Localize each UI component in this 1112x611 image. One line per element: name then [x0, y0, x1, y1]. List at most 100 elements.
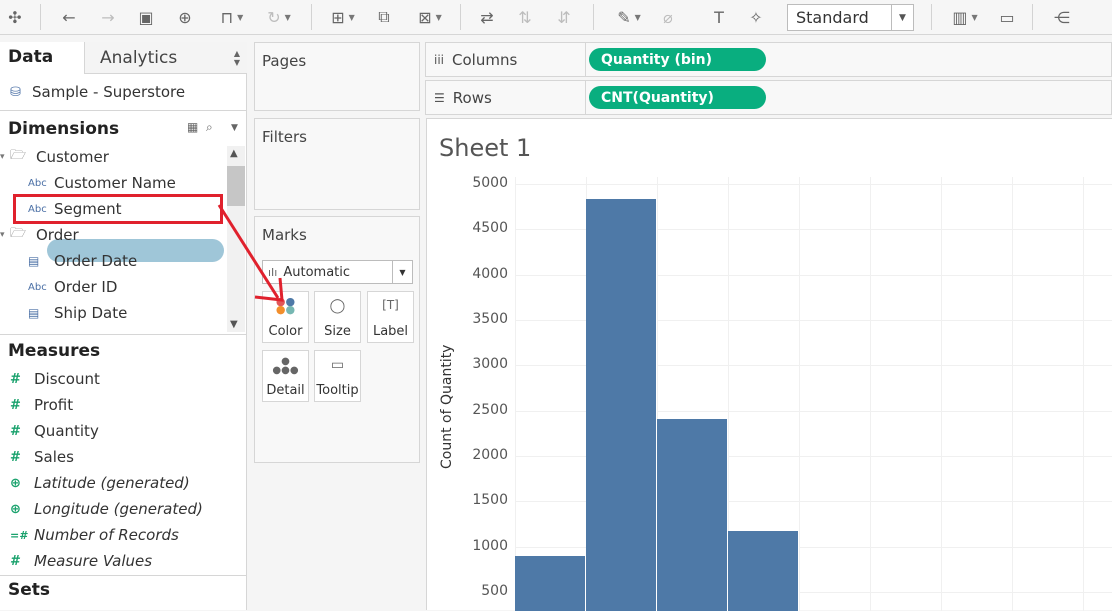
presentation-mode-icon[interactable]: ▭ — [996, 5, 1018, 29]
measure-number-of-records[interactable]: =# Number of Records — [10, 522, 179, 548]
pages-card[interactable]: Pages — [254, 42, 420, 111]
number-type-icon: # — [10, 397, 21, 413]
color-icon: ●● ●● — [275, 295, 296, 316]
duplicate-sheet-icon[interactable]: ⧉ — [373, 5, 395, 29]
tooltip-button[interactable]: ▭ Tooltip — [314, 350, 361, 402]
rows-icon: ☰ — [434, 90, 445, 105]
filters-title: Filters — [262, 128, 307, 146]
calendar-icon: ▤ — [28, 254, 40, 268]
dimension-ship-date[interactable]: ▤ Ship Date — [28, 300, 127, 326]
measure-sales[interactable]: # Sales — [10, 444, 74, 470]
datasource-item[interactable]: ⛁ Sample - Superstore — [0, 74, 247, 111]
y-tick-label: 4500 — [472, 220, 508, 237]
y-tick-label: 4000 — [472, 265, 508, 282]
highlight-icon[interactable]: ✎ ▼ — [609, 5, 649, 29]
number-type-icon: # — [10, 449, 21, 465]
size-icon: ◯ — [329, 298, 346, 314]
pages-title: Pages — [262, 52, 307, 70]
fit-select[interactable]: Standard ▼ — [787, 4, 914, 31]
tab-data[interactable]: Data — [0, 42, 84, 74]
chevron-down-icon: ▼ — [392, 261, 412, 283]
sheet-title: Sheet 1 — [439, 134, 532, 162]
rows-shelf[interactable]: ☰ Rows CNT(Quantity) — [425, 80, 1112, 115]
new-worksheet-icon[interactable]: ⊞ ▼ — [322, 5, 364, 29]
dimension-label: Customer — [36, 148, 109, 166]
measure-label: Longitude (generated) — [34, 500, 203, 518]
measure-latitude[interactable]: ⊕ Latitude (generated) — [10, 470, 190, 496]
y-tick-label: 1500 — [472, 492, 508, 509]
rows-shelf-label: ☰ Rows — [426, 81, 586, 114]
histogram-bar[interactable] — [728, 531, 799, 611]
fix-axes-icon[interactable]: ✧ — [745, 5, 767, 29]
swap-rows-columns-icon[interactable]: ⇄ — [476, 5, 498, 29]
chevron-down-icon[interactable]: ▼ — [231, 123, 238, 133]
y-tick-label: 3500 — [472, 311, 508, 327]
group-members-icon[interactable]: ⌀ — [657, 5, 679, 29]
divider — [0, 334, 247, 335]
color-button[interactable]: ●● ●● Color — [262, 291, 309, 343]
redo-icon[interactable]: → — [97, 5, 119, 29]
tab-analytics[interactable]: Analytics ▲ ▼ — [84, 42, 247, 74]
tab-analytics-label: Analytics — [100, 47, 178, 68]
dimension-folder-order[interactable]: ▾ 🗁 Order — [0, 222, 79, 248]
dimensions-scrollbar[interactable]: ▲ ▼ — [227, 146, 245, 332]
view-area[interactable]: Sheet 1 Count of Quantity 5000 4500 4000 35… — [426, 118, 1112, 611]
histogram-bar[interactable] — [515, 555, 586, 611]
save-icon[interactable]: ▣ — [135, 5, 157, 29]
measure-measure-values[interactable]: # Measure Values — [10, 548, 152, 574]
rows-pill[interactable]: CNT(Quantity) — [589, 86, 766, 109]
folder-icon: 🗁 — [10, 226, 27, 241]
datasource-icon: ⛁ — [10, 85, 21, 100]
histogram-bar[interactable] — [586, 199, 657, 611]
dimension-label: Order Date — [54, 252, 138, 270]
string-type-icon: Abc — [28, 177, 47, 189]
scroll-down-icon[interactable]: ▼ — [230, 319, 238, 330]
columns-shelf-label: iii Columns — [426, 43, 586, 76]
columns-pill[interactable]: Quantity (bin) — [589, 48, 766, 71]
dimension-customer-name[interactable]: Abc Customer Name — [28, 170, 176, 196]
tableau-logo-icon[interactable]: ✣ — [4, 5, 26, 29]
clear-sheet-icon[interactable]: ⊠ ▼ — [409, 5, 451, 29]
undo-icon[interactable]: ← — [58, 5, 80, 29]
filters-card[interactable]: Filters — [254, 118, 420, 210]
collapse-icon[interactable]: ▾ — [0, 230, 10, 240]
refresh-icon[interactable]: ↻ ▼ — [258, 5, 300, 29]
datasource-name: Sample - Superstore — [32, 83, 186, 101]
sort-descending-icon[interactable]: ⇵ — [553, 5, 575, 29]
detail-button[interactable]: ● ●●● Detail — [262, 350, 309, 402]
collapse-icon[interactable]: ▾ — [0, 152, 10, 162]
dimension-order-id[interactable]: Abc Order ID — [28, 274, 117, 300]
new-datasource-icon[interactable]: ⊕ — [174, 5, 196, 29]
show-mark-labels-icon[interactable]: T — [708, 5, 730, 29]
dimension-order-date[interactable]: ▤ Order Date — [28, 248, 137, 274]
measure-quantity[interactable]: # Quantity — [10, 418, 99, 444]
segment-annotation-box — [13, 194, 223, 224]
view-list-icon[interactable]: ▦ — [187, 120, 198, 134]
columns-label: Columns — [452, 50, 518, 69]
dimension-folder-customer[interactable]: ▾ 🗁 Customer — [0, 144, 109, 170]
measure-longitude[interactable]: ⊕ Longitude (generated) — [10, 496, 203, 522]
measure-label: Profit — [34, 396, 74, 414]
measure-label: Number of Records — [34, 526, 179, 544]
scroll-up-icon[interactable]: ▲ — [230, 148, 238, 159]
size-label: Size — [324, 324, 351, 339]
histogram-bar[interactable] — [657, 418, 728, 611]
share-icon[interactable]: ⋲ — [1051, 5, 1073, 29]
measure-profit[interactable]: # Profit — [10, 392, 73, 418]
size-button[interactable]: ◯ Size — [314, 291, 361, 343]
pause-updates-icon[interactable]: ⊓ ▼ — [213, 5, 251, 29]
string-type-icon: Abc — [28, 281, 47, 293]
label-button[interactable]: [T] Label — [367, 291, 414, 343]
columns-shelf[interactable]: iii Columns Quantity (bin) — [425, 42, 1112, 77]
detail-icon: ● ●●● — [272, 356, 299, 376]
measure-discount[interactable]: # Discount — [10, 366, 100, 392]
mark-type-select[interactable]: ıIı Automatic ▼ — [262, 260, 413, 284]
scroll-thumb[interactable] — [227, 166, 245, 206]
search-icon[interactable]: ⌕ — [206, 120, 213, 135]
tab-scroll-icon[interactable]: ▲ ▼ — [234, 49, 240, 67]
chart-plot[interactable] — [515, 177, 1112, 611]
fit-select-value: Standard — [796, 8, 869, 27]
color-label: Color — [268, 324, 303, 339]
show-labels-icon[interactable]: ▥ ▼ — [945, 5, 985, 29]
sort-ascending-icon[interactable]: ⇅ — [514, 5, 536, 29]
